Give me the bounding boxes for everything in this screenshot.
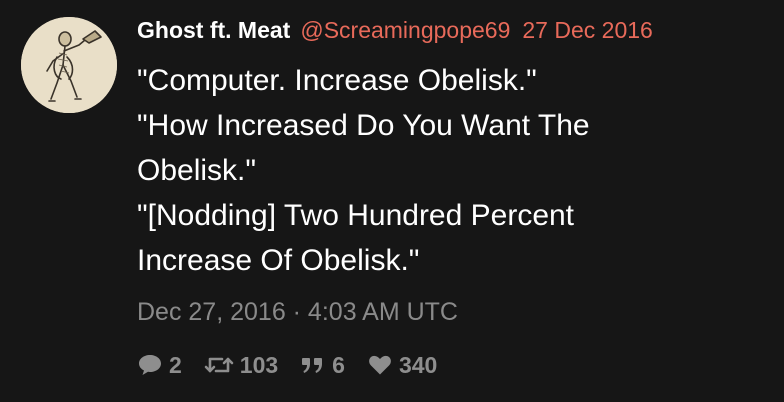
retweet-icon — [204, 353, 234, 377]
tweet-line: Increase Of Obelisk." — [137, 244, 420, 277]
tweet-line: Obelisk." — [137, 154, 257, 187]
avatar[interactable] — [21, 17, 117, 113]
like-count: 340 — [398, 351, 438, 378]
tweet-date-link[interactable]: 27 Dec 2016 — [522, 17, 652, 44]
retweet-count: 103 — [239, 351, 279, 378]
tweet-body: "Computer. Increase Obelisk." "How Incre… — [137, 58, 757, 283]
like-stat[interactable]: 340 — [367, 352, 437, 379]
comment-icon — [137, 353, 163, 377]
retweet-stat[interactable]: 103 — [204, 352, 278, 379]
engraved-figure-avatar-icon — [21, 17, 117, 113]
quote-count: 6 — [332, 351, 345, 378]
reply-stat[interactable]: 2 — [137, 352, 182, 379]
tweet-header: Ghost ft. Meat @Screamingpope69 27 Dec 2… — [137, 14, 653, 46]
reply-count: 2 — [169, 351, 182, 378]
tweet-card: Ghost ft. Meat @Screamingpope69 27 Dec 2… — [0, 0, 784, 402]
tweet-stats: 2 103 6 340 — [137, 348, 459, 382]
quote-stat[interactable]: 6 — [300, 352, 345, 379]
quote-icon — [300, 353, 326, 377]
tweet-line: "How Increased Do You Want The — [137, 109, 590, 142]
heart-icon — [367, 353, 393, 377]
author-display-name[interactable]: Ghost ft. Meat — [137, 17, 290, 44]
tweet-line: "Computer. Increase Obelisk." — [137, 64, 537, 97]
author-handle[interactable]: @Screamingpope69 — [300, 17, 510, 44]
tweet-line: "[Nodding] Two Hundred Percent — [137, 199, 575, 232]
tweet-timestamp[interactable]: Dec 27, 2016 · 4:03 AM UTC — [137, 298, 458, 327]
